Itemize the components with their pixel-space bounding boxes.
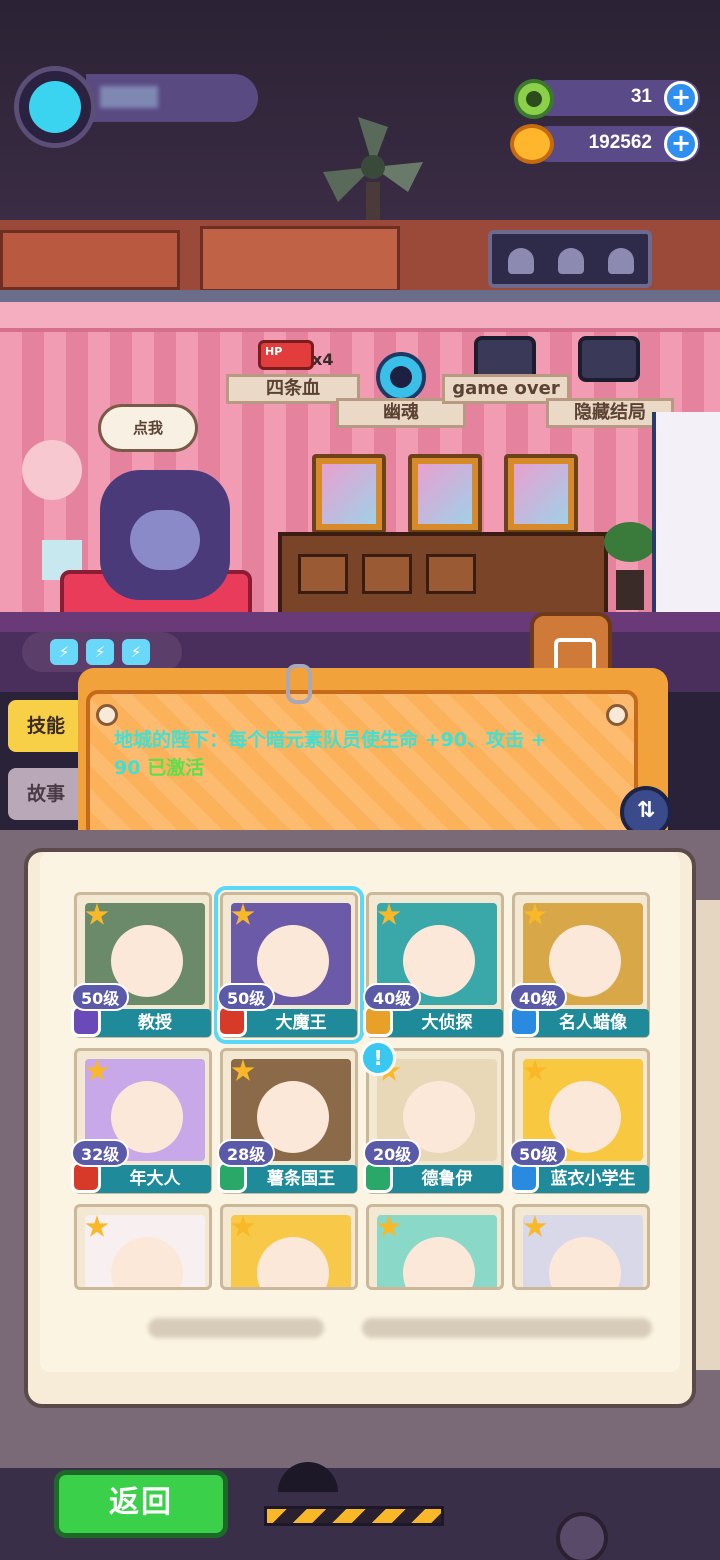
hidden-ending-tv-icon [578,336,640,382]
paper-clip-icon [286,664,312,704]
character-level: 40级 [509,983,568,1011]
pin-icon [96,704,118,726]
tulip-vase [12,430,94,580]
energy-bolt-icon: ⚡ [122,639,150,665]
gem-counter: 31 + [530,80,700,116]
redacted-text [148,1318,324,1338]
character-level: 50级 [217,983,276,1011]
character-card[interactable]: 大侦探 40级 [363,892,504,1038]
shelf-console [200,226,400,292]
energy-bar: ⚡ ⚡ ⚡ [22,632,182,672]
portrait-frame[interactable] [312,454,386,534]
character-card[interactable]: 名人蜡像 40级 [509,892,650,1038]
coin-counter: 192562 + [530,126,700,162]
character-level: 50级 [509,1139,568,1167]
portrait-frame[interactable] [408,454,482,534]
character-level: 20级 [363,1139,422,1167]
potted-plant-icon [604,522,656,610]
player-name-pill[interactable] [86,74,258,122]
add-gems-button[interactable]: + [664,81,698,115]
donut-gem-icon [514,79,554,119]
character-card[interactable]: 蓝衣小学生 50级 [509,1048,650,1194]
skill-status: 已激活 [147,757,205,779]
ghost-icon [508,248,534,274]
tab-skill[interactable]: 技能 [8,700,84,752]
energy-bolt-icon: ⚡ [86,639,114,665]
character-face [403,1237,475,1287]
skull-ghost-icon [376,352,426,402]
character-face [111,1237,183,1287]
notification-icon[interactable]: ! [360,1040,396,1076]
coin-value: 192562 [588,132,652,153]
planet-coin-icon [510,124,554,164]
character-level: 28级 [217,1139,276,1167]
tab-story[interactable]: 故事 [8,768,84,820]
gem-value: 31 [630,86,652,107]
sailor-outfit [652,412,720,612]
ghost-icon [558,248,584,274]
ghost-monitor [488,230,652,288]
machine-shelf [0,220,720,300]
pin-icon [606,704,628,726]
hp-battery-icon: HP [258,340,314,370]
shelf-rail [0,290,720,302]
back-button[interactable]: 返回 [54,1470,228,1538]
skill-text-value: 90 [114,757,141,779]
hazard-stripe [264,1506,444,1526]
character-level: 32级 [71,1139,130,1167]
skill-text: 地城的陛下：每个暗元素队员使生命 +90、攻击 + [114,729,547,751]
portrait-frame[interactable] [504,454,578,534]
tap-me-bubble[interactable]: 点我 [98,404,198,452]
energy-bolt-icon: ⚡ [50,639,78,665]
ghost-icon [608,248,634,274]
avatar-cat-icon [29,81,81,133]
ceiling-fan-icon [323,117,423,222]
wooden-desk [278,532,608,616]
add-coins-button[interactable]: + [664,127,698,161]
character-card[interactable] [74,1204,212,1290]
character-card[interactable]: 教授 50级 [71,892,212,1038]
character-level: 40级 [363,983,422,1011]
shelf-vent [0,230,180,290]
character-face [257,1237,329,1287]
player-name-redacted [100,86,158,108]
character-card[interactable] [512,1204,650,1290]
top-bar: 31 + 192562 + [0,0,720,222]
round-hatch [556,1512,608,1560]
character-level: 50级 [71,983,130,1011]
player-avatar[interactable] [14,66,96,148]
curtain-valance [0,302,720,332]
character-card[interactable] [220,1204,358,1290]
character-card[interactable] [366,1204,504,1290]
character-card[interactable]: 大魔王 50级 [214,886,364,1044]
redacted-text [362,1318,652,1338]
hp-multiplier: x4 [312,350,334,369]
skill-description: 地城的陛下：每个暗元素队员使生命 +90、攻击 + 90 已激活 [114,726,604,782]
character-card[interactable]: 薯条国王 28级 [217,1048,358,1194]
dark-lord-character[interactable] [100,470,230,600]
character-face [549,1237,621,1287]
character-card[interactable]: 年大人 32级 [71,1048,212,1194]
